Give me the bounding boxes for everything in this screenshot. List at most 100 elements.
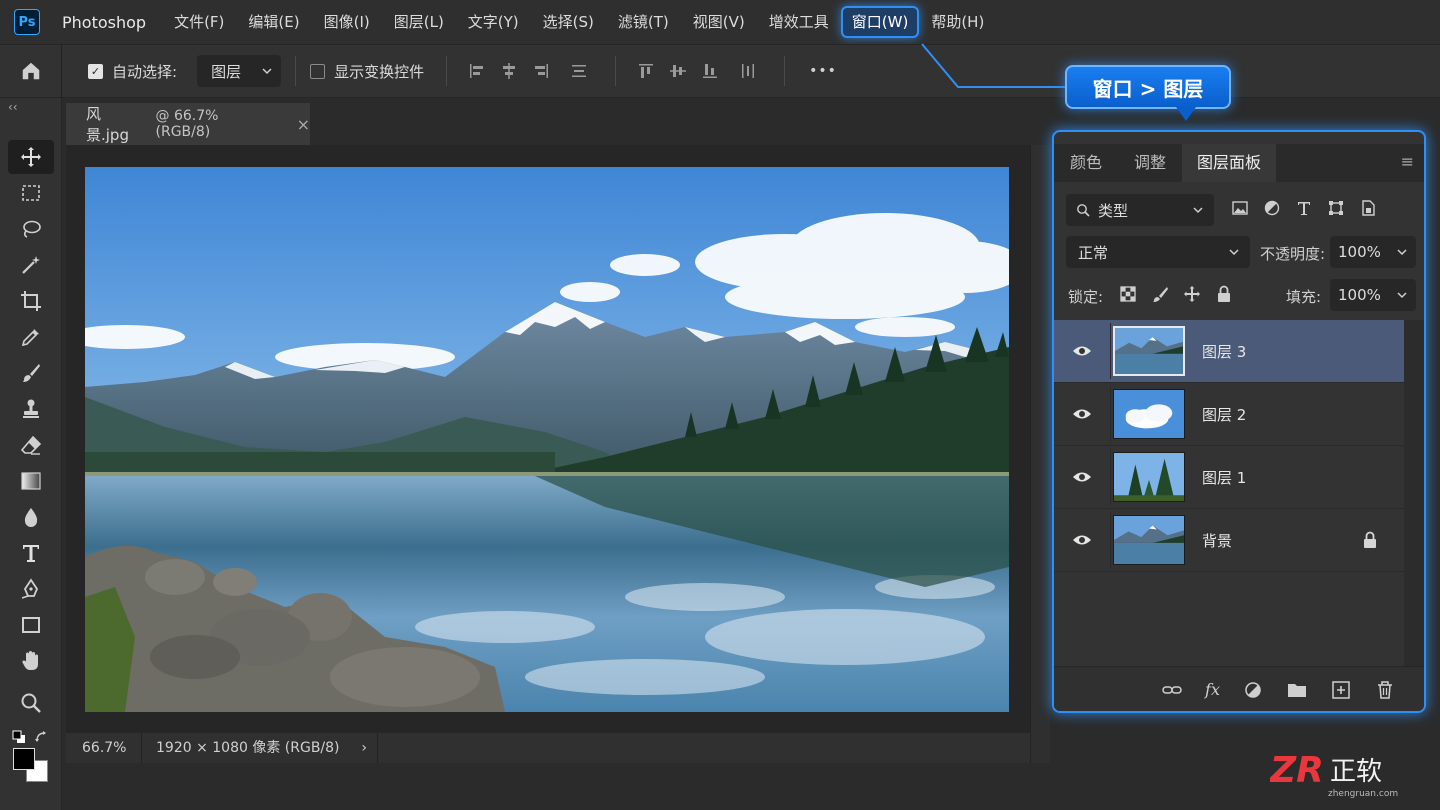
fill-field[interactable]: 100% — [1330, 279, 1416, 311]
lock-icon[interactable] — [1362, 531, 1378, 549]
align-bottom-icon[interactable] — [700, 61, 720, 81]
brush-tool[interactable] — [8, 356, 54, 390]
smart-object-filter-icon[interactable] — [1358, 198, 1378, 218]
clone-stamp-tool[interactable] — [8, 392, 54, 426]
menu-window[interactable]: 窗口(W) — [840, 6, 920, 38]
menu-view[interactable]: 视图(V) — [681, 6, 757, 38]
align-middle-vertical-icon[interactable] — [668, 61, 688, 81]
menu-file[interactable]: 文件(F) — [162, 6, 236, 38]
blend-mode-dropdown[interactable]: 正常 — [1066, 236, 1250, 268]
default-colors-icon[interactable] — [12, 730, 26, 744]
menu-filter[interactable]: 滤镜(T) — [606, 6, 681, 38]
layer-filter-dropdown[interactable]: 类型 — [1066, 194, 1214, 226]
layers-scrollbar[interactable] — [1404, 320, 1424, 666]
layers-panel: 颜色 调整 图层面板 ≡ 类型 正常 不透明度: 100% 锁定: 填充: 10… — [1052, 130, 1426, 713]
opacity-field[interactable]: 100% — [1330, 236, 1416, 268]
eraser-tool-icon — [20, 435, 42, 455]
move-tool[interactable] — [8, 140, 54, 174]
show-transform-checkbox[interactable] — [310, 63, 326, 79]
visibility-toggle[interactable] — [1054, 407, 1110, 421]
layer-thumbnail[interactable] — [1110, 512, 1186, 568]
fx-icon[interactable]: fx — [1205, 680, 1220, 699]
foreground-color-swatch[interactable] — [13, 748, 35, 770]
shape-layer-filter-icon[interactable] — [1326, 198, 1346, 218]
home-button[interactable] — [0, 44, 62, 98]
layer-row[interactable]: 背景 — [1054, 509, 1404, 572]
align-right-icon[interactable] — [531, 61, 551, 81]
new-layer-icon[interactable] — [1330, 679, 1352, 701]
layer-row[interactable]: 图层 3 — [1054, 320, 1404, 383]
watermark-url: zhengruan.com — [1328, 789, 1398, 799]
panel-menu-button[interactable]: ≡ — [1401, 152, 1414, 171]
crop-tool[interactable] — [8, 284, 54, 318]
adjustment-layer-icon[interactable] — [1242, 679, 1264, 701]
gradient-tool[interactable] — [8, 464, 54, 498]
blur-tool-icon — [24, 508, 38, 527]
tab-adjustments[interactable]: 调整 — [1118, 144, 1182, 182]
menu-edit[interactable]: 编辑(E) — [236, 6, 311, 38]
status-info[interactable]: 1920 × 1080 像素 (RGB/8) › — [142, 733, 378, 763]
menu-type[interactable]: 文字(Y) — [456, 6, 531, 38]
canvas-vertical-scrollbar[interactable] — [1030, 145, 1050, 763]
eyedropper-tool[interactable] — [8, 320, 54, 354]
visibility-toggle[interactable] — [1054, 470, 1110, 484]
tab-color[interactable]: 颜色 — [1054, 144, 1118, 182]
lock-position-icon[interactable] — [1182, 284, 1202, 304]
menu-help[interactable]: 帮助(H) — [919, 6, 996, 38]
layer-name[interactable]: 图层 1 — [1202, 467, 1246, 488]
status-menu-arrow[interactable]: › — [361, 733, 367, 763]
app-name[interactable]: Photoshop — [62, 13, 146, 32]
landscape-photo[interactable] — [85, 167, 1009, 712]
layer-thumbnail[interactable] — [1110, 323, 1186, 379]
lock-transparent-pixels-icon[interactable] — [1118, 284, 1138, 304]
blur-tool[interactable] — [8, 500, 54, 534]
swap-colors-icon[interactable] — [34, 730, 50, 744]
eye-icon — [1073, 535, 1091, 545]
pixel-layer-filter-icon[interactable] — [1230, 198, 1250, 218]
lock-all-icon[interactable] — [1214, 284, 1234, 304]
layer-thumbnail[interactable] — [1110, 449, 1186, 505]
menu-image[interactable]: 图像(I) — [312, 6, 382, 38]
layer-row[interactable]: 图层 1 — [1054, 446, 1404, 509]
distribute-horizontal-icon[interactable] — [738, 61, 758, 81]
hand-tool[interactable] — [8, 644, 54, 678]
menu-plugins[interactable]: 增效工具 — [757, 6, 841, 38]
adjustment-layer-filter-icon[interactable] — [1262, 198, 1282, 218]
layer-name[interactable]: 背景 — [1202, 530, 1232, 551]
layer-thumbnail[interactable] — [1110, 386, 1186, 442]
lasso-tool[interactable] — [8, 212, 54, 246]
align-center-horizontal-icon[interactable] — [499, 61, 519, 81]
rectangle-tool[interactable] — [8, 608, 54, 642]
new-group-icon[interactable] — [1286, 679, 1308, 701]
collapse-toolbar-button[interactable]: ‹‹ — [8, 100, 18, 114]
document-tab[interactable]: 风景.jpg @ 66.7% (RGB/8) × — [66, 103, 310, 145]
auto-select-dropdown[interactable]: 图层 — [197, 55, 282, 87]
link-layers-icon[interactable] — [1161, 679, 1183, 701]
eraser-tool[interactable] — [8, 428, 54, 462]
menu-layer[interactable]: 图层(L) — [382, 6, 456, 38]
visibility-toggle[interactable] — [1054, 344, 1110, 358]
move-tool-icon — [21, 147, 41, 167]
zoom-tool[interactable] — [8, 686, 54, 720]
align-top-icon[interactable] — [636, 61, 656, 81]
layer-name[interactable]: 图层 2 — [1202, 404, 1246, 425]
pen-tool[interactable] — [8, 572, 54, 606]
visibility-toggle[interactable] — [1054, 533, 1110, 547]
more-options-button[interactable]: ••• — [809, 63, 837, 79]
tab-layers[interactable]: 图层面板 — [1182, 144, 1277, 182]
magic-wand-tool[interactable] — [8, 248, 54, 282]
layer-name[interactable]: 图层 3 — [1202, 341, 1246, 362]
align-left-icon[interactable] — [467, 61, 487, 81]
opacity-label: 不透明度: — [1260, 245, 1326, 263]
close-document-button[interactable]: × — [297, 115, 310, 134]
marquee-tool[interactable] — [8, 176, 54, 210]
menu-select[interactable]: 选择(S) — [531, 6, 606, 38]
type-layer-filter-icon[interactable] — [1294, 198, 1314, 218]
distribute-vertical-icon[interactable] — [569, 61, 589, 81]
delete-layer-icon[interactable] — [1374, 679, 1396, 701]
type-tool[interactable] — [8, 536, 54, 570]
lock-image-pixels-icon[interactable] — [1150, 284, 1170, 304]
layer-row[interactable]: 图层 2 — [1054, 383, 1404, 446]
auto-select-checkbox[interactable]: ✓ — [88, 63, 103, 79]
status-zoom[interactable]: 66.7% — [66, 733, 142, 763]
